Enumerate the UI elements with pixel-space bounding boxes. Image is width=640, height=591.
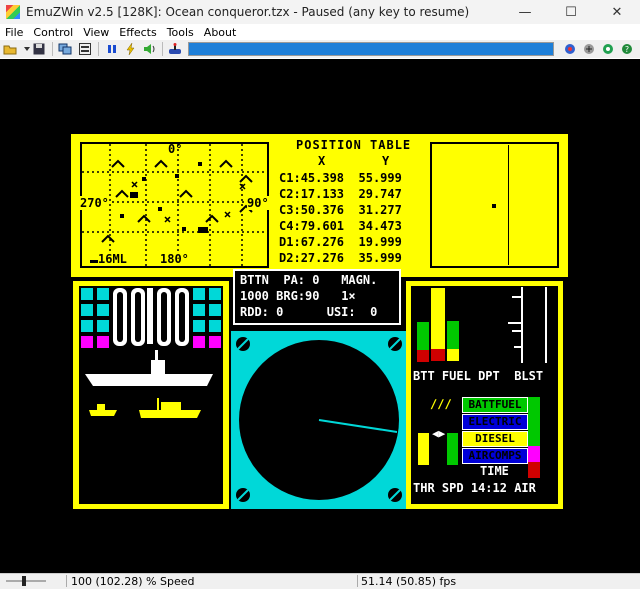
status-divider	[66, 575, 67, 587]
speed-readout: 100 (102.28) % Speed	[71, 575, 195, 588]
tape-icon[interactable]	[78, 42, 92, 56]
position-row: C3:50.376 31.277	[279, 203, 402, 217]
gauge-labels: BTT FUEL DPT BLST	[413, 369, 544, 383]
battery-gauge	[416, 288, 430, 363]
status-line-2: 1000 BRG:90 1×	[240, 289, 356, 303]
help-icon[interactable]: ?	[620, 42, 634, 56]
open-folder-icon[interactable]	[3, 42, 17, 56]
pause-icon[interactable]	[105, 42, 119, 56]
settings-icon[interactable]	[601, 42, 615, 56]
position-table-col-x: X	[318, 154, 326, 168]
turbo-lightning-icon[interactable]	[124, 42, 138, 56]
save-icon[interactable]	[32, 42, 46, 56]
radar-contact	[492, 204, 496, 208]
throttle-marks: ∕∕∕	[430, 397, 452, 411]
time-label: TIME	[480, 464, 509, 478]
position-row: D1:67.276 19.999	[279, 235, 402, 249]
debugger-icon[interactable]	[582, 42, 596, 56]
menu-effects[interactable]: Effects	[114, 26, 161, 39]
mode-battfuel: BATTFUEL	[462, 397, 528, 413]
map-bearing-right: 90°	[247, 196, 269, 210]
position-row: C1:45.398 55.999	[279, 171, 402, 185]
position-row: D2:27.276 35.999	[279, 251, 402, 265]
svg-text:?: ?	[625, 45, 629, 54]
menu-about[interactable]: About	[199, 26, 242, 39]
maximize-button[interactable]: ☐	[548, 0, 594, 24]
air-gauge	[528, 397, 540, 463]
position-table: C1:45.398 55.999 C2:17.133 29.747 C3:50.…	[279, 170, 402, 266]
window-title: EmuZWin v2.5 [128K]: Ocean conqueror.tzx…	[26, 5, 470, 19]
menu-file[interactable]: File	[0, 26, 28, 39]
toolbar: ?	[0, 40, 640, 58]
minimize-button[interactable]: —	[502, 0, 548, 24]
position-row: C4:79.601 34.473	[279, 219, 402, 233]
mode-diesel: DIESEL	[462, 431, 528, 447]
status-divider	[357, 575, 358, 587]
mode-aircomps: AIRCOMPS	[462, 448, 528, 464]
sound-icon[interactable]	[143, 42, 157, 56]
position-row: C2:17.133 29.747	[279, 187, 402, 201]
throttle-arrows[interactable]: ◀▶	[432, 427, 445, 440]
status-line-1: BTTN PA: 0 MAGN.	[240, 273, 378, 287]
compass	[236, 337, 402, 502]
map-bearing-top: 0°	[168, 142, 183, 156]
status-bar: 100 (102.28) % Speed 51.14 (50.85) fps	[0, 573, 640, 589]
app-icon	[6, 5, 20, 19]
toolbar-separator	[52, 42, 53, 56]
close-button[interactable]: ✕	[594, 0, 640, 24]
joystick-icon[interactable]	[168, 42, 182, 56]
depth-gauge	[508, 287, 547, 363]
engine-labels: THR SPD 14:12 AIR	[413, 481, 536, 495]
window-titlebar: EmuZWin v2.5 [128K]: Ocean conqueror.tzx…	[0, 0, 640, 24]
toolbar-separator	[98, 42, 99, 56]
mode-electric: ELECTRIC	[462, 414, 528, 430]
map-scale: 16ML	[98, 252, 127, 266]
menu-bar: File Control View Effects Tools About	[0, 24, 640, 40]
radar-divider	[508, 145, 509, 265]
speed-slider[interactable]	[2, 574, 66, 588]
menu-tools[interactable]: Tools	[162, 26, 199, 39]
air-gauge-low	[528, 462, 540, 478]
status-line-3: RDD: 0 USI: 0	[240, 305, 378, 319]
throttle-bar	[418, 433, 429, 465]
fps-readout: 51.14 (50.85) fps	[361, 575, 457, 588]
gauge-separator	[431, 288, 445, 361]
emulation-progress-bar	[188, 42, 554, 56]
speed-bar	[447, 433, 458, 465]
submarine-diagram	[81, 288, 221, 418]
position-table-col-y: Y	[382, 154, 390, 168]
snapshot-icon[interactable]	[58, 42, 72, 56]
position-table-title: POSITION TABLE	[296, 138, 412, 152]
emulator-screen[interactable]: 0° 270° 90° 180° 16ML POSITION TABLE X Y…	[0, 59, 640, 573]
toolbar-separator	[162, 42, 163, 56]
menu-view[interactable]: View	[78, 26, 114, 39]
fuel-gauge	[447, 288, 459, 361]
menu-control[interactable]: Control	[28, 26, 78, 39]
record-icon[interactable]	[563, 42, 577, 56]
map-bearing-left: 270°	[80, 196, 109, 210]
map-bearing-bottom: 180°	[160, 252, 189, 266]
